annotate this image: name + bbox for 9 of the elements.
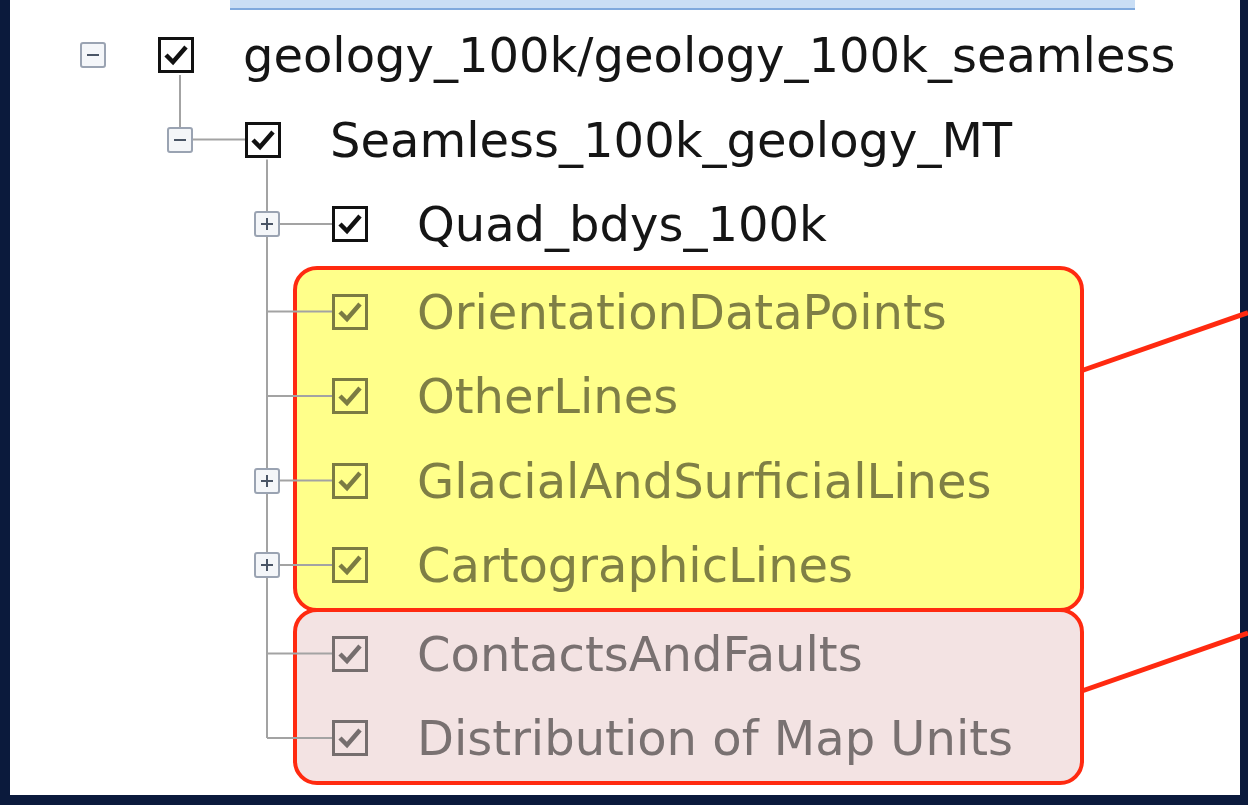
layer-name[interactable]: Seamless_100k_geology_MT [330,111,1013,168]
collapse-icon[interactable] [167,126,193,153]
layer-name[interactable]: geology_100k/geology_100k_seamless [243,27,1176,83]
checkbox[interactable] [332,206,368,242]
checkbox[interactable] [158,37,194,73]
collapse-icon[interactable] [80,42,106,68]
checkbox[interactable] [245,121,281,158]
layer-name[interactable]: Quad_bdys_100k [417,196,827,252]
expand-icon[interactable] [254,211,280,237]
